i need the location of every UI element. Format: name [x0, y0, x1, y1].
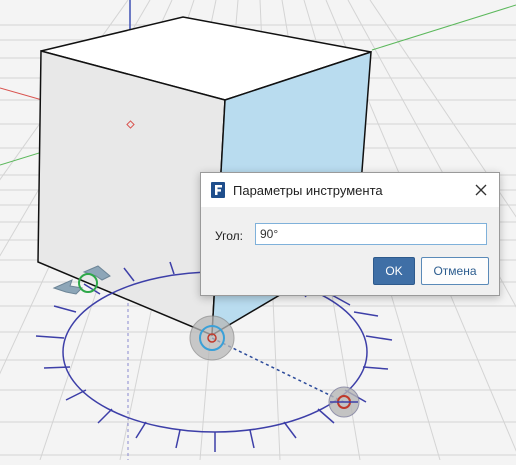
rotation-end-handle[interactable] — [328, 386, 360, 418]
ok-button[interactable]: OK — [373, 257, 415, 285]
rotation-center-handle[interactable] — [189, 315, 235, 361]
tool-parameters-dialog: Параметры инструмента Угол: OK Отмена — [200, 172, 500, 296]
angle-input[interactable] — [255, 223, 487, 245]
cancel-button[interactable]: Отмена — [421, 257, 489, 285]
dialog-title: Параметры инструмента — [233, 183, 383, 198]
y-axis-far — [371, 4, 516, 51]
dialog-body: Угол: OK Отмена — [201, 207, 499, 295]
dialog-title-bar[interactable]: Параметры инструмента — [201, 173, 499, 207]
close-icon[interactable] — [471, 180, 491, 200]
angle-label: Угол: — [215, 229, 243, 243]
formit-logo-icon — [211, 182, 225, 198]
